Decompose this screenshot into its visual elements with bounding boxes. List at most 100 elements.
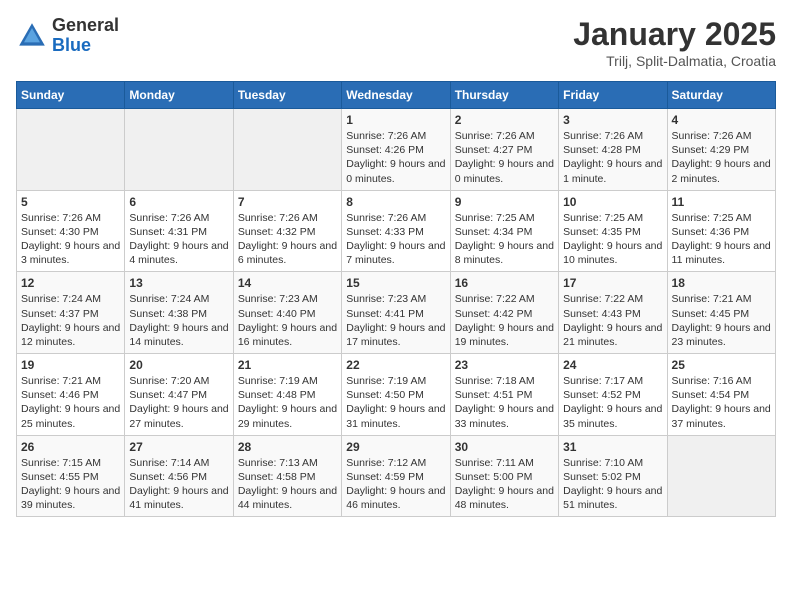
calendar-cell: 3 Sunrise: 7:26 AM Sunset: 4:28 PM Daylig… — [559, 109, 667, 191]
day-number: 7 — [238, 195, 337, 209]
day-number: 25 — [672, 358, 771, 372]
calendar-cell: 9 Sunrise: 7:25 AM Sunset: 4:34 PM Daylig… — [450, 190, 558, 272]
day-info: Sunrise: 7:14 AM Sunset: 4:56 PM Dayligh… — [129, 456, 228, 513]
calendar-cell: 26 Sunrise: 7:15 AM Sunset: 4:55 PM Dayli… — [17, 435, 125, 517]
day-number: 14 — [238, 276, 337, 290]
day-info: Sunrise: 7:25 AM Sunset: 4:34 PM Dayligh… — [455, 211, 554, 268]
day-number: 27 — [129, 440, 228, 454]
day-info: Sunrise: 7:15 AM Sunset: 4:55 PM Dayligh… — [21, 456, 120, 513]
calendar-cell: 1Sunrise: 7:26 AM Sunset: 4:26 PM Daylig… — [342, 109, 450, 191]
day-info: Sunrise: 7:26 AM Sunset: 4:27 PM Dayligh… — [455, 129, 554, 186]
day-header: Saturday — [667, 82, 775, 109]
calendar-header-row: SundayMondayTuesdayWednesdayThursdayFrid… — [17, 82, 776, 109]
day-info: Sunrise: 7:24 AM Sunset: 4:37 PM Dayligh… — [21, 292, 120, 349]
day-header: Friday — [559, 82, 667, 109]
day-info: Sunrise: 7:20 AM Sunset: 4:47 PM Dayligh… — [129, 374, 228, 431]
calendar-cell: 21Sunrise: 7:19 AM Sunset: 4:48 PM Dayli… — [233, 354, 341, 436]
day-info: Sunrise: 7:21 AM Sunset: 4:45 PM Dayligh… — [672, 292, 771, 349]
day-number: 17 — [563, 276, 662, 290]
day-info: Sunrise: 7:19 AM Sunset: 4:50 PM Dayligh… — [346, 374, 445, 431]
calendar-cell: 13Sunrise: 7:24 AM Sunset: 4:38 PM Dayli… — [125, 272, 233, 354]
calendar-cell: 2 Sunrise: 7:26 AM Sunset: 4:27 PM Daylig… — [450, 109, 558, 191]
calendar-subtitle: Trilj, Split-Dalmatia, Croatia — [573, 53, 776, 69]
calendar-cell: 23Sunrise: 7:18 AM Sunset: 4:51 PM Dayli… — [450, 354, 558, 436]
day-number: 10 — [563, 195, 662, 209]
day-header: Wednesday — [342, 82, 450, 109]
calendar-cell: 31 Sunrise: 7:10 AM Sunset: 5:02 PM Dayli… — [559, 435, 667, 517]
calendar-cell: 20 Sunrise: 7:20 AM Sunset: 4:47 PM Dayli… — [125, 354, 233, 436]
day-number: 15 — [346, 276, 445, 290]
day-info: Sunrise: 7:23 AM Sunset: 4:40 PM Dayligh… — [238, 292, 337, 349]
calendar-cell: 29 Sunrise: 7:12 AM Sunset: 4:59 PM Dayli… — [342, 435, 450, 517]
calendar-cell: 27 Sunrise: 7:14 AM Sunset: 4:56 PM Dayli… — [125, 435, 233, 517]
calendar-cell: 8 Sunrise: 7:26 AM Sunset: 4:33 PM Daylig… — [342, 190, 450, 272]
day-number: 1 — [346, 113, 445, 127]
day-info: Sunrise: 7:10 AM Sunset: 5:02 PM Dayligh… — [563, 456, 662, 513]
day-number: 30 — [455, 440, 554, 454]
day-info: Sunrise: 7:22 AM Sunset: 4:42 PM Dayligh… — [455, 292, 554, 349]
day-info: Sunrise: 7:11 AM Sunset: 5:00 PM Dayligh… — [455, 456, 554, 513]
day-info: Sunrise: 7:25 AM Sunset: 4:35 PM Dayligh… — [563, 211, 662, 268]
calendar-cell: 11 Sunrise: 7:25 AM Sunset: 4:36 PM Dayli… — [667, 190, 775, 272]
day-info: Sunrise: 7:26 AM Sunset: 4:33 PM Dayligh… — [346, 211, 445, 268]
day-number: 9 — [455, 195, 554, 209]
day-number: 28 — [238, 440, 337, 454]
day-number: 5 — [21, 195, 120, 209]
calendar-cell: 25 Sunrise: 7:16 AM Sunset: 4:54 PM Dayli… — [667, 354, 775, 436]
day-number: 18 — [672, 276, 771, 290]
day-info: Sunrise: 7:24 AM Sunset: 4:38 PM Dayligh… — [129, 292, 228, 349]
calendar-cell — [667, 435, 775, 517]
day-info: Sunrise: 7:26 AM Sunset: 4:30 PM Dayligh… — [21, 211, 120, 268]
calendar-week-row: 19Sunrise: 7:21 AM Sunset: 4:46 PM Dayli… — [17, 354, 776, 436]
day-number: 22 — [346, 358, 445, 372]
calendar-cell: 18 Sunrise: 7:21 AM Sunset: 4:45 PM Dayli… — [667, 272, 775, 354]
calendar-cell: 6Sunrise: 7:26 AM Sunset: 4:31 PM Daylig… — [125, 190, 233, 272]
calendar-title: January 2025 — [573, 16, 776, 53]
calendar-week-row: 12 Sunrise: 7:24 AM Sunset: 4:37 PM Dayli… — [17, 272, 776, 354]
day-header: Monday — [125, 82, 233, 109]
calendar-cell: 24Sunrise: 7:17 AM Sunset: 4:52 PM Dayli… — [559, 354, 667, 436]
calendar-cell: 28Sunrise: 7:13 AM Sunset: 4:58 PM Dayli… — [233, 435, 341, 517]
calendar-cell — [125, 109, 233, 191]
day-number: 26 — [21, 440, 120, 454]
day-number: 4 — [672, 113, 771, 127]
calendar-cell: 5 Sunrise: 7:26 AM Sunset: 4:30 PM Daylig… — [17, 190, 125, 272]
day-number: 12 — [21, 276, 120, 290]
day-number: 11 — [672, 195, 771, 209]
day-info: Sunrise: 7:18 AM Sunset: 4:51 PM Dayligh… — [455, 374, 554, 431]
day-number: 6 — [129, 195, 228, 209]
day-header: Sunday — [17, 82, 125, 109]
day-info: Sunrise: 7:26 AM Sunset: 4:28 PM Dayligh… — [563, 129, 662, 186]
day-number: 2 — [455, 113, 554, 127]
day-number: 8 — [346, 195, 445, 209]
logo-blue: Blue — [52, 36, 119, 56]
title-block: January 2025 Trilj, Split-Dalmatia, Croa… — [573, 16, 776, 69]
logo-general: General — [52, 16, 119, 36]
page-header: General Blue January 2025 Trilj, Split-D… — [16, 16, 776, 69]
calendar-cell: 19Sunrise: 7:21 AM Sunset: 4:46 PM Dayli… — [17, 354, 125, 436]
day-info: Sunrise: 7:12 AM Sunset: 4:59 PM Dayligh… — [346, 456, 445, 513]
calendar-cell: 4Sunrise: 7:26 AM Sunset: 4:29 PM Daylig… — [667, 109, 775, 191]
calendar-cell — [17, 109, 125, 191]
day-header: Thursday — [450, 82, 558, 109]
day-number: 3 — [563, 113, 662, 127]
calendar-week-row: 26 Sunrise: 7:15 AM Sunset: 4:55 PM Dayli… — [17, 435, 776, 517]
calendar-week-row: 5 Sunrise: 7:26 AM Sunset: 4:30 PM Daylig… — [17, 190, 776, 272]
calendar-table: SundayMondayTuesdayWednesdayThursdayFrid… — [16, 81, 776, 517]
day-info: Sunrise: 7:25 AM Sunset: 4:36 PM Dayligh… — [672, 211, 771, 268]
logo: General Blue — [16, 16, 119, 56]
day-number: 16 — [455, 276, 554, 290]
day-number: 31 — [563, 440, 662, 454]
day-number: 20 — [129, 358, 228, 372]
calendar-cell: 7 Sunrise: 7:26 AM Sunset: 4:32 PM Daylig… — [233, 190, 341, 272]
calendar-cell: 15Sunrise: 7:23 AM Sunset: 4:41 PM Dayli… — [342, 272, 450, 354]
day-info: Sunrise: 7:16 AM Sunset: 4:54 PM Dayligh… — [672, 374, 771, 431]
day-info: Sunrise: 7:26 AM Sunset: 4:32 PM Dayligh… — [238, 211, 337, 268]
day-number: 29 — [346, 440, 445, 454]
day-info: Sunrise: 7:19 AM Sunset: 4:48 PM Dayligh… — [238, 374, 337, 431]
calendar-cell: 12 Sunrise: 7:24 AM Sunset: 4:37 PM Dayli… — [17, 272, 125, 354]
calendar-week-row: 1Sunrise: 7:26 AM Sunset: 4:26 PM Daylig… — [17, 109, 776, 191]
calendar-cell: 30 Sunrise: 7:11 AM Sunset: 5:00 PM Dayli… — [450, 435, 558, 517]
day-info: Sunrise: 7:22 AM Sunset: 4:43 PM Dayligh… — [563, 292, 662, 349]
logo-text: General Blue — [52, 16, 119, 56]
